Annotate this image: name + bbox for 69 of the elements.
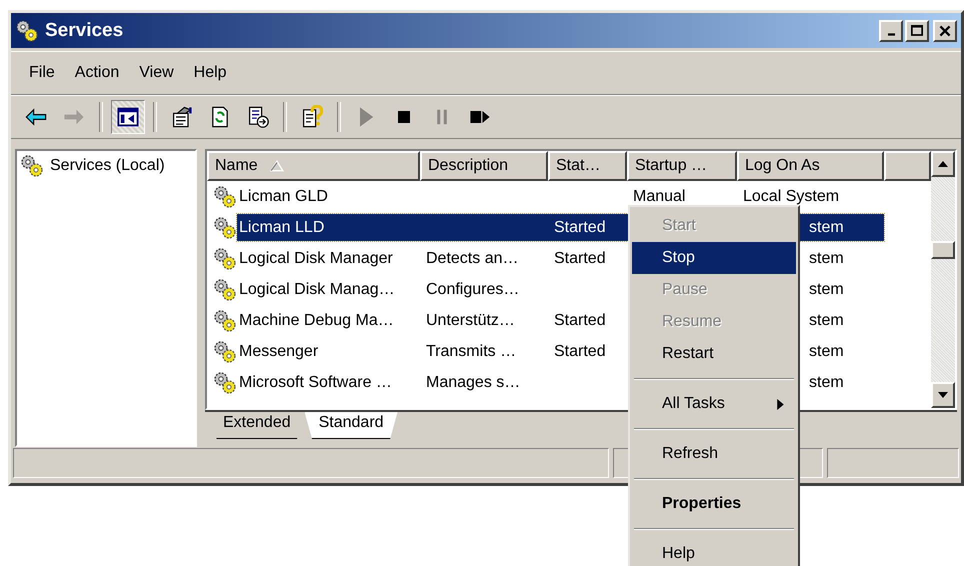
table-cell: Detects an… [426, 250, 518, 268]
column-header[interactable]: Startup … [627, 151, 737, 181]
export-list-icon [246, 105, 270, 129]
column-header[interactable] [884, 151, 931, 181]
table-cell: stem [809, 374, 844, 392]
table-cell: Microsoft Software … [239, 374, 392, 392]
table-cell: Unterstütz… [426, 312, 515, 330]
console-tree-icon [116, 105, 140, 129]
sort-arrow-icon [270, 160, 284, 172]
table-cell: Machine Debug Ma… [239, 312, 394, 330]
gears-icon [20, 154, 44, 178]
view-tab[interactable]: Standard [304, 412, 398, 440]
close-button[interactable] [933, 20, 957, 42]
gears-icon [213, 370, 237, 394]
table-cell: Licman GLD [239, 188, 328, 206]
gears-icon [213, 308, 237, 332]
table-cell: Messenger [239, 342, 318, 360]
gears-icon [213, 184, 237, 208]
window-title: Services [45, 20, 124, 42]
table-cell: stem [809, 250, 844, 268]
menu-item[interactable]: Stop [632, 242, 796, 274]
menu-item[interactable]: Help [184, 62, 237, 84]
gears-icon [15, 18, 39, 42]
column-header[interactable]: Log On As [737, 151, 884, 181]
table-cell: stem [809, 342, 844, 360]
close-icon [937, 22, 953, 38]
gears-icon [213, 340, 237, 364]
console-tree-button[interactable] [111, 100, 145, 134]
table-cell: Manages s… [426, 374, 520, 392]
column-header[interactable]: Stat… [548, 151, 627, 181]
minimize-icon [888, 32, 894, 36]
table-cell: Started [554, 250, 606, 268]
submenu-arrow-icon [777, 398, 784, 410]
down-arrow-icon[interactable] [938, 392, 948, 398]
menu-item[interactable]: Refresh [632, 438, 796, 470]
menu-item[interactable]: File [19, 62, 65, 84]
table-cell: Started [554, 342, 606, 360]
table-cell: Licman LLD [239, 218, 324, 236]
maximize-button[interactable] [905, 20, 929, 42]
table-cell: stem [809, 312, 844, 330]
table-cell: Manual [633, 188, 686, 206]
table-cell: Started [554, 218, 606, 236]
menu-item[interactable]: All Tasks [632, 388, 796, 420]
gears-icon [213, 278, 237, 302]
gears-icon [213, 216, 237, 240]
menu-item[interactable]: Help [632, 538, 796, 566]
up-arrow-icon[interactable] [938, 161, 948, 167]
table-cell: Configures… [426, 280, 520, 298]
gears-icon [213, 246, 237, 270]
menu-item[interactable]: Restart [632, 338, 796, 370]
maximize-icon [909, 22, 925, 38]
menu-item[interactable]: Properties [632, 488, 796, 520]
help-icon [300, 105, 324, 129]
scrollbar[interactable] [931, 151, 955, 408]
table-cell: stem [809, 280, 844, 298]
table-cell: Logical Disk Manager [239, 250, 393, 268]
menu-item[interactable]: View [129, 62, 184, 84]
minimize-button[interactable] [879, 20, 903, 42]
table-cell: Logical Disk Manag… [239, 280, 395, 298]
menu-item[interactable]: Action [64, 62, 130, 84]
table-cell: Local System [743, 188, 840, 206]
scroll-thumb[interactable] [931, 241, 955, 259]
column-header[interactable]: Name [207, 151, 420, 181]
column-header[interactable]: Description [420, 151, 548, 181]
table-cell: stem [809, 218, 844, 236]
table-cell: Started [554, 312, 606, 330]
properties-icon [170, 105, 194, 129]
table-cell: Transmits … [426, 342, 516, 360]
tree-item[interactable]: Services (Local) [48, 156, 167, 176]
